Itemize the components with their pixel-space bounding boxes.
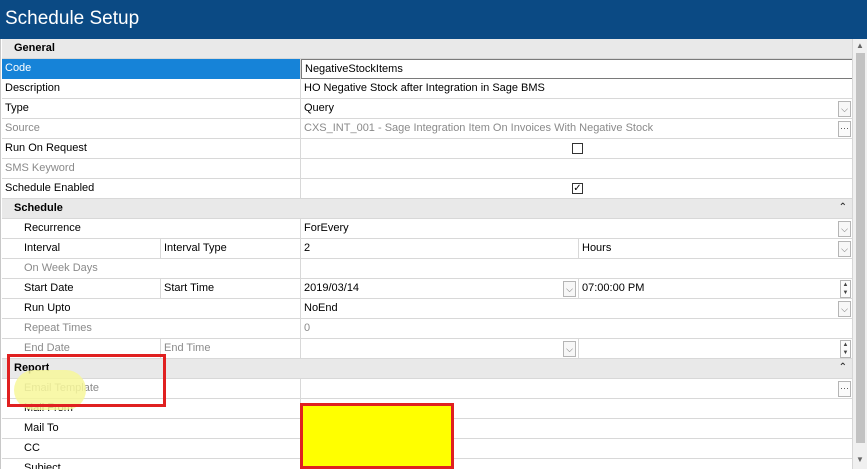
- end-time-spin-icon[interactable]: ▲ ▼: [840, 340, 851, 358]
- vertical-scrollbar[interactable]: ▲ ▼: [852, 39, 867, 469]
- window-title: Schedule Setup: [5, 8, 140, 29]
- collapse-icon[interactable]: ⌃: [839, 362, 847, 373]
- run-upto-dropdown-icon[interactable]: ⌵: [838, 301, 851, 317]
- row-repeat-times[interactable]: Repeat Times 0: [2, 319, 853, 339]
- end-date-dropdown-icon[interactable]: ⌵: [563, 341, 576, 357]
- row-source[interactable]: Source CXS_INT_001 - Sage Integration It…: [2, 119, 853, 139]
- scroll-down-icon[interactable]: ▼: [855, 455, 865, 465]
- description-label: Description: [2, 79, 301, 99]
- start-time-spin-icon[interactable]: ▲ ▼: [840, 280, 851, 298]
- row-on-week-days[interactable]: On Week Days: [2, 259, 853, 279]
- recurrence-value[interactable]: ForEvery: [301, 219, 349, 239]
- start-date-value[interactable]: 2019/03/14: [301, 279, 563, 299]
- code-input[interactable]: NegativeStockItems: [301, 59, 853, 79]
- run-upto-value[interactable]: NoEnd: [301, 299, 338, 319]
- run-on-request-checkbox[interactable]: [572, 143, 583, 154]
- collapse-icon[interactable]: ⌃: [839, 202, 847, 213]
- red-annotation-box: [7, 354, 166, 407]
- yellow-redaction-box: [300, 403, 454, 469]
- cc-label: CC: [2, 439, 301, 459]
- recurrence-dropdown-icon[interactable]: ⌵: [838, 221, 851, 237]
- interval-unit-dropdown-icon[interactable]: ⌵: [838, 241, 851, 257]
- row-run-on-request[interactable]: Run On Request: [2, 139, 853, 159]
- sms-keyword-label: SMS Keyword: [2, 159, 301, 179]
- category-general-label: General: [14, 42, 55, 54]
- code-label: Code: [2, 59, 301, 79]
- recurrence-label: Recurrence: [2, 219, 301, 239]
- start-time-label: Start Time: [161, 279, 301, 299]
- end-date-value: [301, 339, 563, 359]
- start-date-dropdown-icon[interactable]: ⌵: [563, 281, 576, 297]
- category-schedule[interactable]: Schedule ⌃: [2, 199, 853, 219]
- category-schedule-label: Schedule: [14, 202, 63, 214]
- row-run-upto[interactable]: Run Upto NoEnd ⌵: [2, 299, 853, 319]
- interval-unit[interactable]: Hours: [578, 239, 837, 259]
- row-sms-keyword[interactable]: SMS Keyword: [2, 159, 853, 179]
- interval-type-label: Interval Type: [161, 239, 301, 259]
- row-schedule-enabled[interactable]: Schedule Enabled ✓: [2, 179, 853, 199]
- scroll-thumb[interactable]: [856, 53, 865, 443]
- email-template-ellipsis-icon[interactable]: ···: [838, 381, 851, 397]
- mail-to-label: Mail To: [2, 419, 301, 439]
- start-date-label: Start Date: [2, 279, 161, 299]
- code-value: NegativeStockItems: [305, 63, 403, 75]
- interval-label: Interval: [2, 239, 161, 259]
- run-upto-label: Run Upto: [2, 299, 301, 319]
- run-on-request-label: Run On Request: [2, 139, 301, 159]
- schedule-enabled-checkbox[interactable]: ✓: [572, 183, 583, 194]
- description-value[interactable]: HO Negative Stock after Integration in S…: [301, 79, 545, 99]
- end-time-value: [578, 339, 837, 359]
- row-interval[interactable]: Interval Interval Type 2 Hours ⌵: [2, 239, 853, 259]
- type-dropdown-icon[interactable]: ⌵: [838, 101, 851, 117]
- on-week-days-label: On Week Days: [2, 259, 301, 279]
- source-ellipsis-icon[interactable]: ···: [838, 121, 851, 137]
- title-bar: Schedule Setup: [0, 0, 867, 39]
- sms-keyword-value: [301, 159, 304, 179]
- repeat-times-label: Repeat Times: [2, 319, 301, 339]
- type-value[interactable]: Query: [301, 99, 334, 119]
- subject-label: Subject: [2, 459, 301, 469]
- source-label: Source: [2, 119, 301, 139]
- scroll-up-icon[interactable]: ▲: [855, 41, 865, 51]
- repeat-times-value: 0: [304, 322, 311, 334]
- row-type[interactable]: Type Query ⌵: [2, 99, 853, 119]
- schedule-enabled-label: Schedule Enabled: [2, 179, 301, 199]
- end-time-label: End Time: [161, 339, 301, 359]
- row-recurrence[interactable]: Recurrence ForEvery ⌵: [2, 219, 853, 239]
- source-value: CXS_INT_001 - Sage Integration Item On I…: [304, 122, 654, 134]
- row-start[interactable]: Start Date Start Time 2019/03/14 ⌵ 07:00…: [2, 279, 853, 299]
- interval-value[interactable]: 2: [301, 239, 577, 259]
- category-general[interactable]: General: [2, 39, 853, 59]
- row-code[interactable]: Code NegativeStockItems: [2, 59, 853, 79]
- start-time-value[interactable]: 07:00:00 PM: [578, 279, 837, 299]
- type-label: Type: [2, 99, 301, 119]
- row-description[interactable]: Description HO Negative Stock after Inte…: [2, 79, 853, 99]
